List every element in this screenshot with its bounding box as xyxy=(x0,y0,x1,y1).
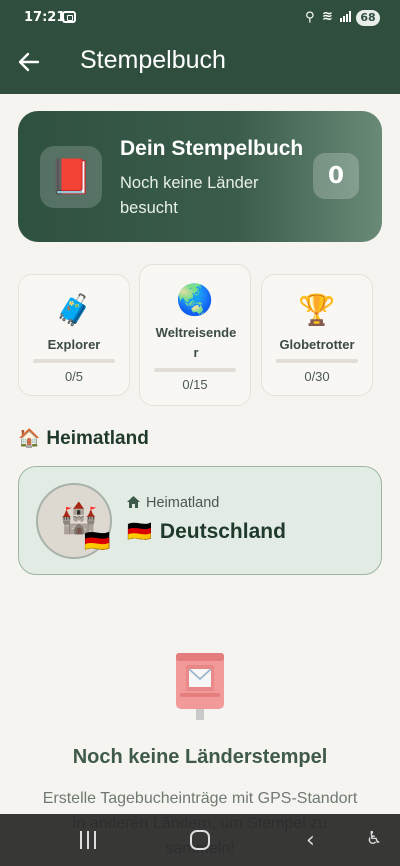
achievement-name: Explorer xyxy=(47,337,101,352)
homeland-label-text: Heimatland xyxy=(146,495,220,511)
homeland-section-title: 🏠 Heimatland xyxy=(18,428,149,450)
summary-title: Dein Stempelbuch xyxy=(120,137,304,160)
germany-flag-icon: 🇩🇪 xyxy=(127,521,152,543)
system-nav-bar: ‹ ♿ xyxy=(0,814,400,866)
status-bar: 17:21 ⚲ ≋ 68 xyxy=(0,0,400,36)
stamp-book-summary-card: 📕 Dein Stempelbuch Noch keine Länder bes… xyxy=(18,111,382,242)
summary-subtitle: Noch keine Länder besucht xyxy=(120,174,259,217)
achievement-name: Globetrotter xyxy=(279,337,355,352)
achievement-explorer[interactable]: 🧳 Explorer 0/5 xyxy=(18,274,130,396)
homeland-section-label: Heimatland xyxy=(46,428,149,449)
screenshot-icon xyxy=(62,11,76,23)
house-icon: 🏠 xyxy=(18,428,41,448)
achievement-progress-bar xyxy=(276,359,358,363)
accessibility-icon[interactable]: ♿ xyxy=(366,828,382,849)
achievement-progress-text: 0/15 xyxy=(182,377,208,392)
globe-icon: 🌏 xyxy=(176,283,214,318)
homeland-card[interactable]: 🏰 🇩🇪 Heimatland 🇩🇪 Deutschland xyxy=(18,466,382,575)
germany-flag-icon: 🇩🇪 xyxy=(84,529,111,553)
wifi-icon: ≋ xyxy=(322,9,333,24)
achievement-progress-bar xyxy=(154,368,236,372)
arrow-left-icon xyxy=(18,52,40,72)
achievement-progress-text: 0/5 xyxy=(64,369,84,384)
signal-icon xyxy=(340,11,352,22)
country-count-badge: 0 xyxy=(313,153,359,199)
homeland-label: Heimatland xyxy=(127,495,219,511)
luggage-icon: 🧳 xyxy=(55,293,93,328)
location-icon: ⚲ xyxy=(305,10,315,25)
homeland-stamp: 🏰 🇩🇪 xyxy=(36,483,112,559)
page-title: Stempelbuch xyxy=(80,46,226,74)
homeland-country-name: Deutschland xyxy=(159,520,286,543)
book-icon: 📕 xyxy=(40,146,102,208)
mailbox-icon xyxy=(176,653,224,720)
achievement-weltreisender[interactable]: 🌏 Weltreisender 0/15 xyxy=(139,264,251,406)
homeland-country: 🇩🇪 Deutschland xyxy=(127,519,286,544)
trophy-icon: 🏆 xyxy=(298,293,336,328)
status-time: 17:21 xyxy=(24,10,66,25)
home-icon[interactable] xyxy=(190,830,210,850)
achievement-name: Weltreisender xyxy=(155,325,237,360)
back-icon[interactable]: ‹ xyxy=(306,828,315,853)
empty-state-title: Noch keine Länderstempel xyxy=(72,746,328,768)
battery-icon: 68 xyxy=(356,10,380,26)
achievement-progress-text: 0/30 xyxy=(304,369,330,384)
recents-icon[interactable] xyxy=(80,831,98,849)
home-icon xyxy=(127,496,140,508)
app-header: 17:21 ⚲ ≋ 68 Stempelbuch xyxy=(0,0,400,94)
back-button[interactable] xyxy=(18,47,48,77)
achievement-globetrotter[interactable]: 🏆 Globetrotter 0/30 xyxy=(261,274,373,396)
achievement-progress-bar xyxy=(33,359,115,363)
